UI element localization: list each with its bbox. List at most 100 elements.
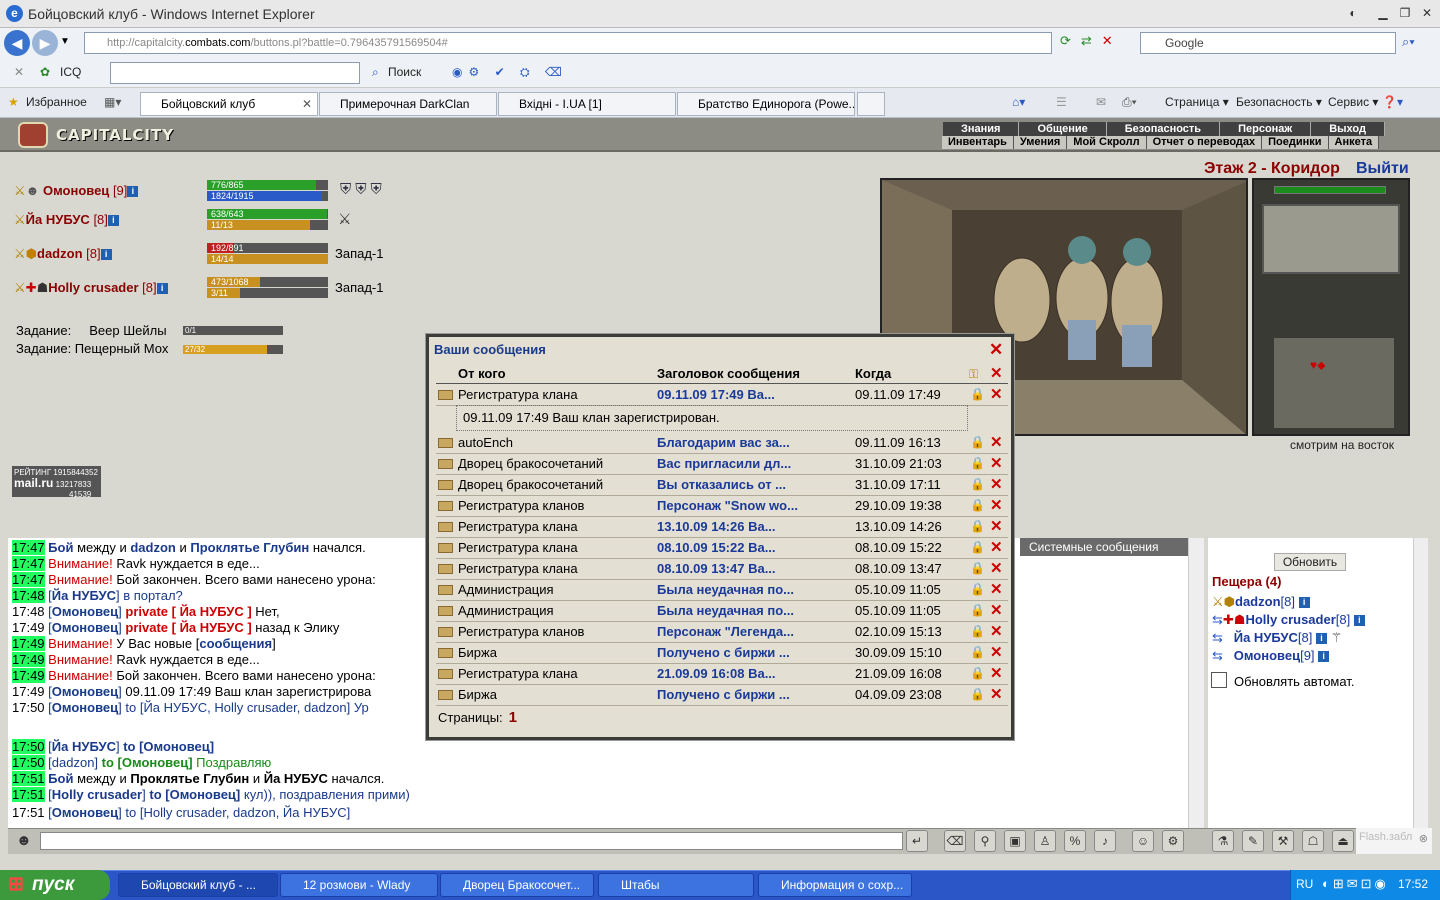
- lock-icon[interactable]: 🔒: [970, 477, 985, 493]
- chat-line[interactable]: 17:49 Внимание! Ravk нуждается в еде...: [12, 652, 260, 668]
- chat-line[interactable]: 17:48 [Омоновец] private [ Йа НУБУС ] Не…: [12, 604, 280, 620]
- menu-transfers[interactable]: Отчет о переводах: [1147, 136, 1263, 149]
- delete-icon[interactable]: ✕: [990, 496, 1003, 514]
- message-row[interactable]: Регистратура клана 21.09.09 16:08 Ва... 21…: [436, 664, 1008, 685]
- chat-scrollbar[interactable]: [1188, 538, 1204, 828]
- toolbar-search-field[interactable]: [110, 62, 360, 84]
- message-subject[interactable]: 09.11.09 17:49 Ва...: [657, 387, 775, 402]
- lock-icon[interactable]: 🔒: [970, 666, 985, 682]
- person-icon[interactable]: ♙: [1034, 830, 1056, 852]
- direction-controls[interactable]: [1262, 204, 1400, 274]
- message-subject[interactable]: Персонаж "Легенда...: [657, 624, 794, 639]
- lock-icon[interactable]: 🔒: [970, 456, 985, 472]
- message-subject[interactable]: Была неудачная по...: [657, 603, 794, 618]
- smiley-icon[interactable]: ☺: [1132, 830, 1154, 852]
- search-input[interactable]: Google: [1140, 32, 1396, 54]
- message-row[interactable]: Регистратура кланов Персонаж "Легенда... 0…: [436, 622, 1008, 643]
- flash-blocked[interactable]: Flash.забл ⊗: [1356, 828, 1432, 854]
- chat-line[interactable]: 17:51 [Holly crusader] to [Омоновец] кул…: [12, 787, 410, 803]
- task-folder[interactable]: Штабы: [598, 873, 754, 897]
- message-row[interactable]: Администрация Была неудачная по... 05.10.0…: [436, 580, 1008, 601]
- dialog-close-button[interactable]: ✕: [989, 340, 1003, 360]
- player-row[interactable]: ⚔⬢dadzon [8] i: [14, 246, 112, 264]
- message-row[interactable]: Биржа Получено с биржи ... 30.09.09 15:10 🔒…: [436, 643, 1008, 664]
- message-subject[interactable]: 13.10.09 14:26 Ва...: [657, 519, 776, 534]
- delete-icon[interactable]: ✕: [990, 643, 1003, 661]
- mark-all-icon[interactable]: ⚿: [969, 367, 978, 382]
- message-subject[interactable]: 21.09.09 16:08 Ва...: [657, 666, 776, 681]
- safety-menu[interactable]: Безопасность ▾: [1236, 93, 1322, 111]
- tab-darkclan[interactable]: Примерочная DarkClan: [319, 92, 497, 116]
- member-row[interactable]: ⇆ Йа НУБУС[8] i ⚚: [1212, 630, 1342, 646]
- message-row[interactable]: Регистратура клана 09.11.09 17:49 Ва... 09…: [436, 385, 1008, 406]
- message-row[interactable]: Биржа Получено с биржи ... 04.09.09 23:08 🔒…: [436, 685, 1008, 706]
- delete-icon[interactable]: ✕: [990, 475, 1003, 493]
- delete-icon[interactable]: ✕: [990, 685, 1003, 703]
- lock-icon[interactable]: 🔒: [970, 387, 985, 403]
- lock-icon[interactable]: 🔒: [970, 540, 985, 556]
- refresh-button[interactable]: Обновить: [1274, 553, 1346, 571]
- member-row[interactable]: ⇆ Омоновец[9] i: [1212, 648, 1330, 664]
- menu-inventory[interactable]: Инвентарь: [942, 136, 1014, 149]
- member-row[interactable]: ⚔⬢dadzon[8] i: [1212, 594, 1310, 610]
- menu-scroll[interactable]: Мой Скролл: [1067, 136, 1147, 149]
- menu-knowledge[interactable]: Знания: [943, 122, 1020, 136]
- language-indicator[interactable]: RU: [1296, 877, 1313, 891]
- info-icon[interactable]: i: [127, 186, 139, 198]
- message-subject[interactable]: Вы отказались от ...: [657, 477, 786, 492]
- task-opera[interactable]: Дворец Бракосочет...: [440, 873, 594, 897]
- chat-line[interactable]: 17:50 [Омоновец] to [Йа НУБУС, Holly cru…: [12, 700, 369, 716]
- chat-line[interactable]: 17:47 Внимание! Бой закончен. Всего вами…: [12, 572, 376, 588]
- chat-line[interactable]: 17:48 [Йа НУБУС] в портал?: [12, 588, 183, 604]
- url-field[interactable]: http://capitalcity.combats.com/buttons.p…: [84, 32, 1052, 54]
- history-dropdown-icon[interactable]: ▼: [60, 36, 70, 47]
- player-row[interactable]: ⚔☻ Омоновец [9] i: [14, 183, 139, 201]
- skill-icon[interactable]: ⚒: [1272, 830, 1294, 852]
- player-row[interactable]: ⚔Йа НУБУС [8] i: [14, 212, 119, 230]
- exit-link[interactable]: Выйти: [1356, 160, 1409, 178]
- potion-icon[interactable]: ⚗: [1212, 830, 1234, 852]
- tab-iua[interactable]: Вхідні - I.UA [1]: [498, 92, 676, 116]
- help-icon[interactable]: ❓▾: [1382, 93, 1403, 111]
- tab-unicorn[interactable]: Братство Единорога (Powe...: [677, 92, 855, 116]
- send-icon[interactable]: ↵: [906, 830, 928, 852]
- quick-tabs-icon[interactable]: ▦▾: [104, 93, 121, 111]
- new-tab-button[interactable]: [857, 92, 885, 116]
- message-row[interactable]: Регистратура клана 08.10.09 15:22 Ва... 08…: [436, 538, 1008, 559]
- member-row[interactable]: ⇆✚☗Holly crusader[8] i: [1212, 612, 1365, 628]
- menu-character[interactable]: Персонаж: [1220, 122, 1312, 136]
- address-actions[interactable]: ⟳⇄✕: [1060, 33, 1136, 53]
- message-subject[interactable]: Персонаж "Snow wo...: [657, 498, 798, 513]
- sync-icon[interactable]: ◐: [1342, 4, 1364, 22]
- message-row[interactable]: Регистратура клана 13.10.09 14:26 Ва... 13…: [436, 517, 1008, 538]
- info-icon[interactable]: i: [107, 215, 119, 227]
- menu-profile[interactable]: Анкета: [1329, 136, 1380, 149]
- message-subject[interactable]: Получено с биржи ...: [657, 687, 790, 702]
- home-icon[interactable]: ⌂▾: [1012, 93, 1025, 111]
- icq-button[interactable]: ICQ: [60, 63, 81, 81]
- menu-exit[interactable]: Выход: [1311, 122, 1385, 136]
- logout-icon[interactable]: ⏏: [1332, 830, 1354, 852]
- message-row[interactable]: Администрация Была неудачная по... 05.10.0…: [436, 601, 1008, 622]
- forward-button[interactable]: ▶: [32, 30, 58, 56]
- delete-icon[interactable]: ✕: [990, 538, 1003, 556]
- player-row[interactable]: ⚔✚☗Holly crusader [8] i: [14, 280, 168, 298]
- lock-icon[interactable]: 🔒: [970, 582, 985, 598]
- delete-icon[interactable]: ✕: [990, 580, 1003, 598]
- close-window-button[interactable]: ✕: [1416, 4, 1438, 22]
- chat-line[interactable]: 17:51 Бой между и Проклятье Глубин и Йа …: [12, 771, 384, 787]
- toolbar-close-icon[interactable]: ✕: [14, 63, 24, 81]
- menu-security[interactable]: Безопасность: [1107, 122, 1221, 136]
- system-messages-tab[interactable]: Системные сообщения: [1020, 538, 1188, 556]
- task-chat[interactable]: 12 розмови - Wlady: [280, 873, 438, 897]
- delete-icon[interactable]: ✕: [990, 454, 1003, 472]
- lock-icon[interactable]: 🔒: [970, 498, 985, 514]
- maximize-button[interactable]: ❐: [1394, 4, 1416, 22]
- chat-line[interactable]: 17:47 Бой между и dadzon и Проклятье Глу…: [12, 540, 366, 556]
- chat-input[interactable]: [40, 832, 903, 850]
- info-icon[interactable]: i: [156, 283, 168, 295]
- chat-mode-icon[interactable]: ☻: [16, 832, 36, 850]
- search-icon[interactable]: ⌕▾: [1402, 34, 1415, 50]
- message-subject[interactable]: Благодарим вас за...: [657, 435, 790, 450]
- effect-icons[interactable]: ⛨⛨⛨: [340, 181, 386, 198]
